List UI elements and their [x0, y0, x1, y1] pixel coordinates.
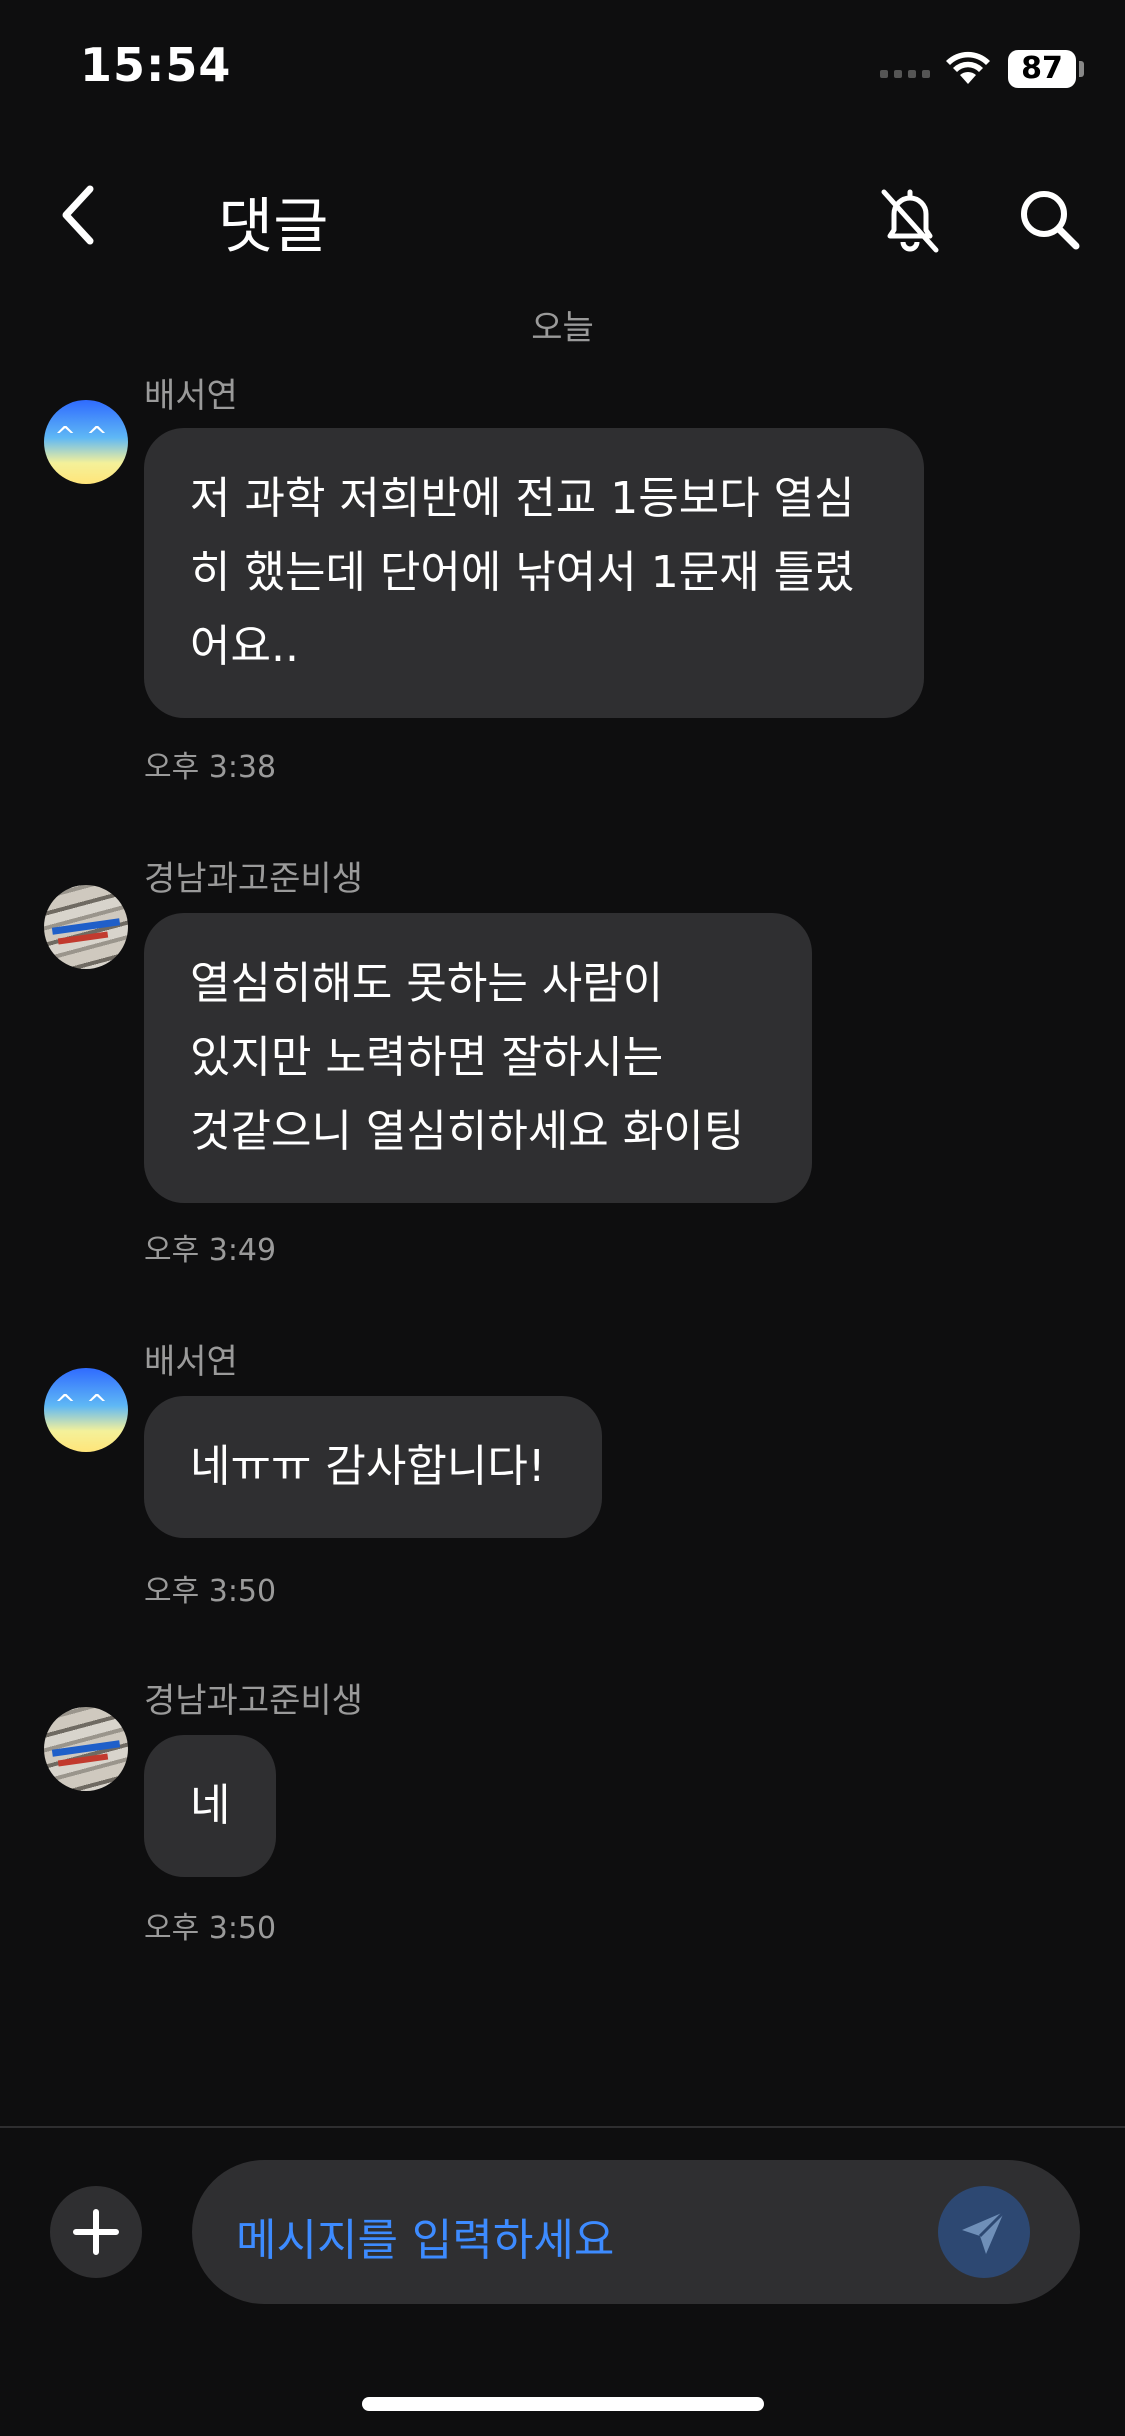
- sender-name: 배서연: [144, 376, 238, 416]
- date-separator: 오늘: [531, 308, 594, 348]
- sender-name: 배서연: [144, 1342, 238, 1382]
- send-icon: [962, 2210, 1006, 2254]
- status-time: 15:54: [80, 38, 232, 92]
- divider: [0, 2126, 1125, 2128]
- message-line: 네ㅠㅠ 감사합니다!: [190, 1441, 546, 1492]
- bell-off-icon: [881, 189, 939, 253]
- message-time: 오후 3:50: [144, 1911, 277, 1946]
- message-time: 오후 3:38: [144, 750, 277, 785]
- search-icon: [1021, 191, 1080, 250]
- mute-notifications-button[interactable]: [870, 180, 950, 260]
- message-line: 것같으니 열심히하세요 화이팅: [190, 1106, 745, 1157]
- wifi-icon: [945, 50, 991, 90]
- page-title: 댓글: [218, 192, 329, 262]
- avatar[interactable]: [44, 885, 128, 969]
- input-placeholder: 메시지를 입력하세요: [236, 2215, 615, 2266]
- message-bubble[interactable]: 네: [144, 1735, 276, 1877]
- chevron-left-icon: [62, 185, 94, 245]
- send-button[interactable]: [938, 2186, 1030, 2278]
- message-line: 저 과학 저희반에 전교 1등보다 열심: [190, 473, 855, 524]
- message-line: 열심히해도 못하는 사람이: [190, 958, 664, 1009]
- header: 댓글: [0, 150, 1125, 280]
- avatar[interactable]: ^^: [44, 400, 128, 484]
- back-button[interactable]: [50, 175, 120, 255]
- message-time: 오후 3:49: [144, 1233, 277, 1268]
- message-bubble[interactable]: 열심히해도 못하는 사람이 있지만 노력하면 잘하시는 것같으니 열심히하세요 …: [144, 913, 812, 1203]
- message-line: 어요..: [190, 621, 299, 672]
- sender-name: 경남과고준비생: [144, 1681, 363, 1721]
- cellular-signal-icon: [880, 70, 930, 78]
- message-line: 있지만 노력하면 잘하시는: [190, 1032, 664, 1083]
- plus-icon: [73, 2209, 119, 2255]
- message-line: 히 했는데 단어에 낚여서 1문재 틀렸: [190, 547, 855, 598]
- message-bubble[interactable]: 저 과학 저희반에 전교 1등보다 열심 히 했는데 단어에 낚여서 1문재 틀…: [144, 428, 924, 718]
- add-attachment-button[interactable]: [50, 2186, 142, 2278]
- sender-name: 경남과고준비생: [144, 859, 363, 899]
- message-line: 네: [190, 1780, 231, 1831]
- message-bubble[interactable]: 네ㅠㅠ 감사합니다!: [144, 1396, 602, 1538]
- message-input[interactable]: 메시지를 입력하세요: [192, 2160, 1080, 2304]
- battery-nub: [1079, 61, 1084, 77]
- avatar[interactable]: [44, 1707, 128, 1791]
- avatar[interactable]: ^^: [44, 1368, 128, 1452]
- message-time: 오후 3:50: [144, 1574, 277, 1609]
- search-button[interactable]: [1010, 180, 1090, 260]
- status-bar: 15:54 87: [0, 0, 1125, 135]
- battery-indicator: 87: [1008, 50, 1076, 88]
- home-indicator: [362, 2397, 764, 2411]
